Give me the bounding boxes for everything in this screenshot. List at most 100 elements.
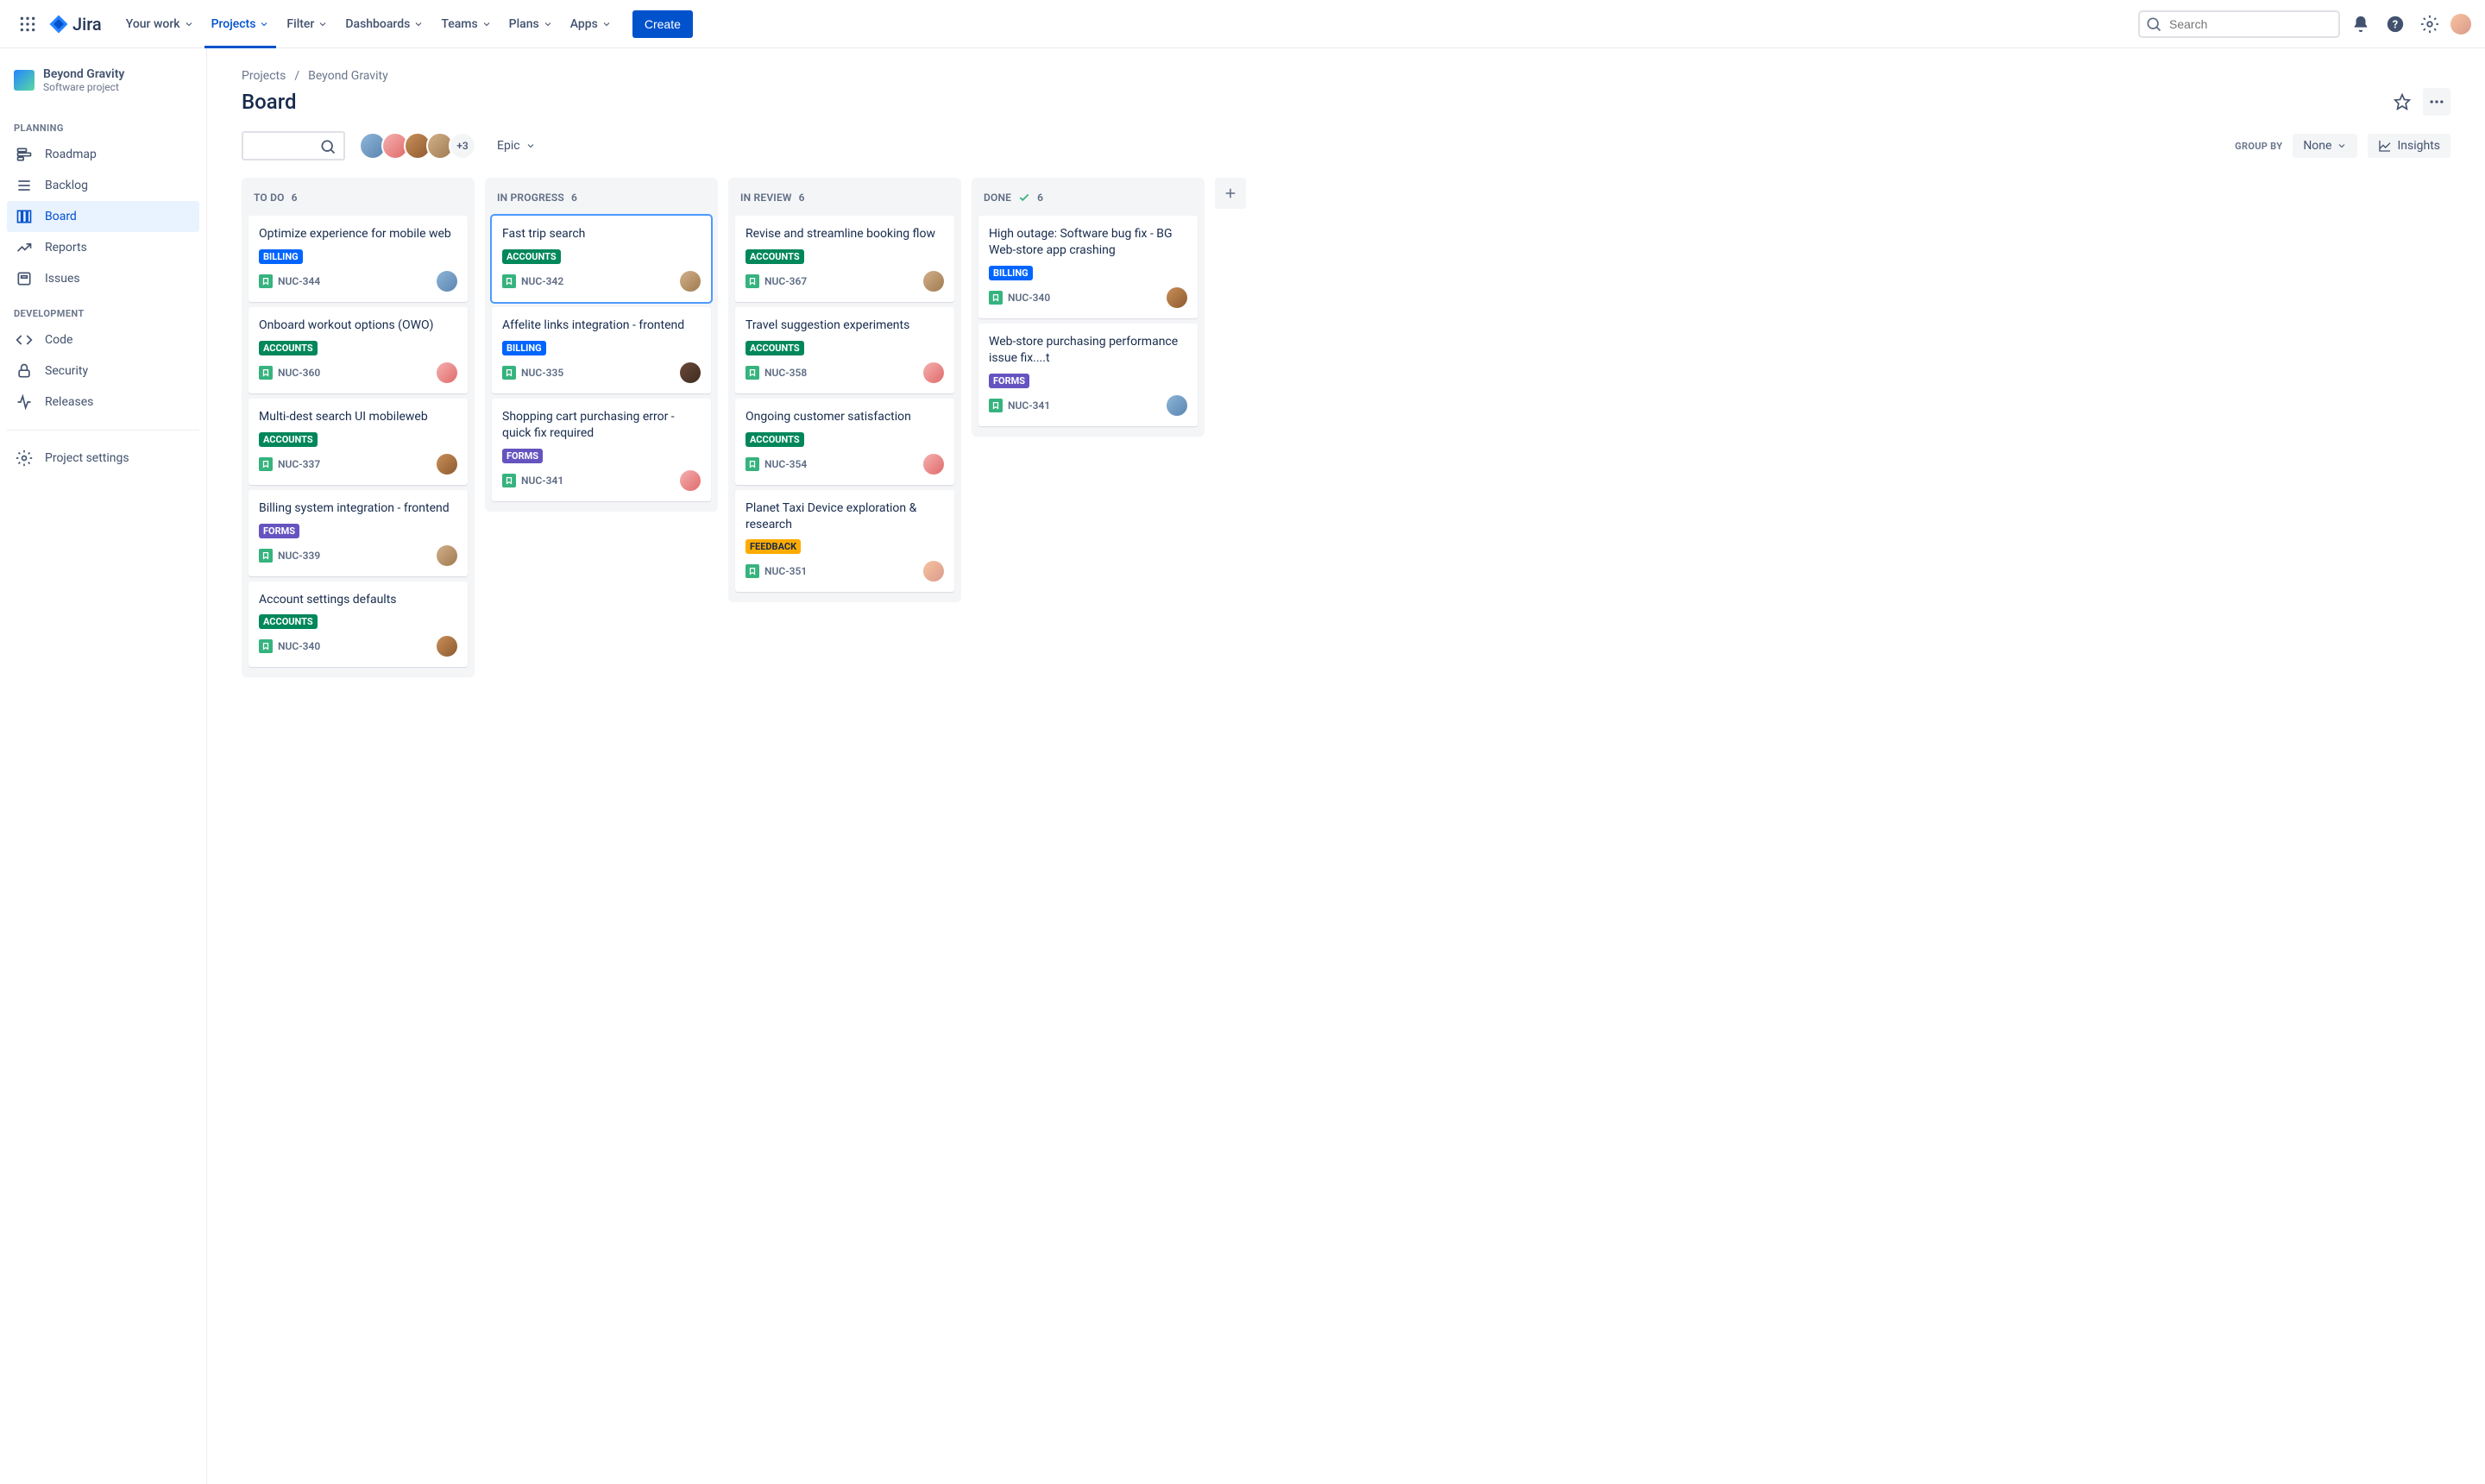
sidebar-item-code[interactable]: Code	[7, 324, 199, 355]
column-count: 6	[799, 192, 805, 204]
story-icon	[259, 549, 273, 563]
star-icon[interactable]	[2388, 88, 2416, 116]
sidebar-item-board[interactable]: Board	[7, 201, 199, 232]
assignee-avatar[interactable]	[923, 454, 944, 475]
assignee-avatar[interactable]	[437, 362, 457, 383]
profile-avatar[interactable]	[2450, 14, 2471, 35]
project-type: Software project	[43, 81, 124, 93]
filter-search[interactable]	[242, 131, 345, 160]
card[interactable]: Account settings defaults ACCOUNTS NUC-3…	[248, 582, 468, 668]
column-header[interactable]: TO DO6	[248, 188, 468, 211]
sidebar-item-releases[interactable]: Releases	[7, 387, 199, 418]
sidebar-item-label: Reports	[45, 241, 87, 255]
app-switcher-icon[interactable]	[14, 10, 41, 38]
card[interactable]: Optimize experience for mobile web BILLI…	[248, 216, 468, 302]
assignee-filter[interactable]: +3	[359, 132, 476, 160]
card-tag: BILLING	[259, 249, 303, 264]
search-input[interactable]	[2138, 10, 2340, 38]
card[interactable]: Ongoing customer satisfaction ACCOUNTS N…	[735, 399, 954, 485]
column-header[interactable]: IN PROGRESS6	[492, 188, 711, 211]
chevron-down-icon	[413, 19, 424, 29]
card[interactable]: Affelite links integration - frontend BI…	[492, 307, 711, 393]
breadcrumb-item[interactable]: Beyond Gravity	[308, 69, 388, 83]
story-icon	[989, 399, 1003, 412]
column-header[interactable]: DONE6	[978, 188, 1198, 211]
column-header[interactable]: IN REVIEW6	[735, 188, 954, 211]
groupby-dropdown[interactable]: None	[2293, 134, 2357, 158]
board-toolbar: +3 Epic GROUP BY None Insights	[242, 131, 2450, 160]
card[interactable]: Multi-dest search UI mobileweb ACCOUNTS …	[248, 399, 468, 485]
card-title: Multi-dest search UI mobileweb	[259, 409, 457, 425]
sidebar-item-security[interactable]: Security	[7, 355, 199, 387]
card[interactable]: Billing system integration - frontend FO…	[248, 490, 468, 576]
sidebar-group-label: PLANNING	[7, 109, 199, 139]
card[interactable]: High outage: Software bug fix - BG Web-s…	[978, 216, 1198, 318]
card-tag: ACCOUNTS	[746, 432, 804, 447]
issue-key: NUC-354	[764, 458, 807, 470]
card-tag: FEEDBACK	[746, 539, 801, 554]
story-icon	[746, 274, 759, 288]
notifications-icon[interactable]	[2347, 10, 2375, 38]
nav-item-apps[interactable]: Apps	[563, 12, 619, 36]
sidebar-item-label: Project settings	[45, 451, 129, 465]
assignee-avatar[interactable]	[923, 362, 944, 383]
card[interactable]: Planet Taxi Device exploration & researc…	[735, 490, 954, 593]
card-tag: FORMS	[989, 374, 1029, 388]
nav-item-dashboards[interactable]: Dashboards	[338, 12, 431, 36]
epic-dropdown[interactable]: Epic	[490, 134, 543, 158]
chevron-down-icon	[525, 141, 536, 151]
chevron-down-icon	[601, 19, 612, 29]
more-icon[interactable]	[2423, 88, 2450, 116]
card[interactable]: Fast trip search ACCOUNTS NUC-342	[492, 216, 711, 302]
nav-item-teams[interactable]: Teams	[434, 12, 498, 36]
column-count: 6	[571, 192, 577, 204]
card-title: Ongoing customer satisfaction	[746, 409, 944, 425]
issue-key: NUC-335	[521, 367, 563, 379]
card-tag: FORMS	[259, 524, 299, 538]
card-tag: ACCOUNTS	[259, 341, 318, 355]
sidebar-item-roadmap[interactable]: Roadmap	[7, 139, 199, 170]
nav-item-filter[interactable]: Filter	[280, 12, 335, 36]
add-column-button[interactable]	[1215, 178, 1246, 209]
assignee-avatar[interactable]	[1167, 287, 1187, 308]
assignee-avatar[interactable]	[680, 470, 701, 491]
card-tag: ACCOUNTS	[746, 341, 804, 355]
help-icon[interactable]: ?	[2381, 10, 2409, 38]
sidebar-item-issues[interactable]: Issues	[7, 263, 199, 294]
global-search[interactable]	[2138, 10, 2340, 38]
assignee-avatar[interactable]	[437, 636, 457, 657]
card[interactable]: Travel suggestion experiments ACCOUNTS N…	[735, 307, 954, 393]
assignee-avatar[interactable]	[1167, 395, 1187, 416]
plus-icon	[1223, 186, 1238, 201]
card-title: High outage: Software bug fix - BG Web-s…	[989, 226, 1187, 259]
jira-logo[interactable]: Jira	[48, 14, 102, 35]
insights-button[interactable]: Insights	[2368, 134, 2450, 158]
nav-item-your-work[interactable]: Your work	[119, 12, 201, 36]
sidebar-item-reports[interactable]: Reports	[7, 232, 199, 263]
card[interactable]: Revise and streamline booking flow ACCOU…	[735, 216, 954, 302]
settings-icon[interactable]	[2416, 10, 2444, 38]
breadcrumb-item[interactable]: Projects	[242, 69, 286, 83]
assignee-avatar[interactable]	[437, 545, 457, 566]
assignee-avatar[interactable]	[923, 561, 944, 582]
card[interactable]: Onboard workout options (OWO) ACCOUNTS N…	[248, 307, 468, 393]
assignee-avatar[interactable]	[437, 454, 457, 475]
avatar-more[interactable]: +3	[449, 132, 476, 160]
assignee-avatar[interactable]	[437, 271, 457, 292]
card[interactable]: Web-store purchasing performance issue f…	[978, 324, 1198, 426]
nav-item-plans[interactable]: Plans	[502, 12, 560, 36]
assignee-avatar[interactable]	[923, 271, 944, 292]
chevron-down-icon	[259, 19, 269, 29]
nav-item-projects[interactable]: Projects	[204, 12, 277, 36]
card[interactable]: Shopping cart purchasing error - quick f…	[492, 399, 711, 501]
column-to-do: TO DO6 Optimize experience for mobile we…	[242, 178, 475, 677]
sidebar-item-project-settings[interactable]: Project settings	[7, 443, 199, 474]
project-header[interactable]: Beyond Gravity Software project	[7, 62, 199, 105]
chevron-down-icon	[543, 19, 553, 29]
assignee-avatar[interactable]	[680, 271, 701, 292]
sidebar-item-backlog[interactable]: Backlog	[7, 170, 199, 201]
assignee-avatar[interactable]	[680, 362, 701, 383]
search-icon	[319, 138, 337, 155]
create-button[interactable]: Create	[632, 10, 693, 38]
story-icon	[746, 457, 759, 471]
